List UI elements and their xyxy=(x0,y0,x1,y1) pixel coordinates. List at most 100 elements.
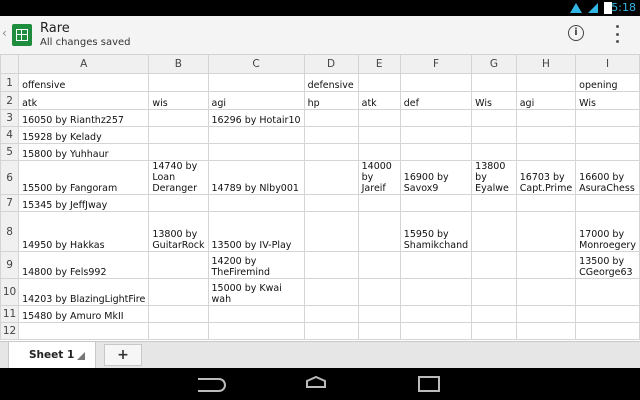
cell[interactable]: 16050 by Rianthz257 xyxy=(18,109,150,127)
sheets-app-icon[interactable] xyxy=(12,24,32,46)
sheet-tab-1[interactable]: Sheet 1 xyxy=(8,342,96,369)
cell[interactable] xyxy=(207,126,305,144)
cell[interactable]: 14200 by TheFiremind xyxy=(207,251,305,279)
cell[interactable]: atk xyxy=(18,91,150,110)
cell[interactable] xyxy=(515,73,577,92)
cell[interactable] xyxy=(515,251,577,279)
cell[interactable]: 15950 by Shamikchand xyxy=(399,211,473,252)
cell[interactable] xyxy=(399,73,473,92)
cell[interactable] xyxy=(471,143,517,161)
column-header-h[interactable]: H xyxy=(515,54,577,74)
row-header[interactable]: 9 xyxy=(0,251,20,279)
cell[interactable] xyxy=(148,126,209,144)
cell[interactable]: 15800 by Yuhhaur xyxy=(18,143,150,161)
cell[interactable] xyxy=(357,143,401,161)
cell[interactable]: 13800 by Eyalwe xyxy=(471,160,517,195)
cell[interactable]: atk xyxy=(357,91,401,110)
cell[interactable] xyxy=(207,305,305,323)
cell[interactable] xyxy=(515,143,577,161)
cell[interactable] xyxy=(471,73,517,92)
cell[interactable]: agi xyxy=(207,91,305,110)
info-icon[interactable]: i xyxy=(568,25,584,41)
cell[interactable] xyxy=(399,126,473,144)
cell[interactable] xyxy=(515,322,577,340)
cell[interactable] xyxy=(471,305,517,323)
row-header[interactable]: 10 xyxy=(0,278,20,306)
row-header[interactable]: 4 xyxy=(0,126,20,144)
row-header[interactable]: 12 xyxy=(0,322,20,340)
cell[interactable] xyxy=(515,278,577,306)
cell[interactable]: 15928 by Kelady xyxy=(18,126,150,144)
cell[interactable] xyxy=(399,143,473,161)
cell[interactable] xyxy=(148,109,209,127)
row-header[interactable]: 5 xyxy=(0,143,20,161)
cell[interactable]: 16703 by Capt.Prime xyxy=(515,160,577,195)
cell[interactable] xyxy=(357,194,401,212)
cell[interactable] xyxy=(575,278,640,306)
cell[interactable]: 14800 by Fels992 xyxy=(18,251,150,279)
cell[interactable]: Wis xyxy=(471,91,517,110)
cell[interactable] xyxy=(357,126,401,144)
cell[interactable]: Wis xyxy=(575,91,640,110)
cell[interactable] xyxy=(148,322,209,340)
cell[interactable] xyxy=(575,126,640,144)
cell[interactable] xyxy=(471,251,517,279)
cell[interactable]: 13500 by IV-Play xyxy=(207,211,305,252)
cell[interactable] xyxy=(303,278,359,306)
column-header-c[interactable]: C xyxy=(207,54,305,74)
cell[interactable] xyxy=(471,278,517,306)
overflow-menu-icon[interactable] xyxy=(614,25,620,43)
column-header-g[interactable]: G xyxy=(471,54,517,74)
add-sheet-button[interactable]: + xyxy=(104,344,142,366)
cell[interactable]: 14000 by Jareif xyxy=(357,160,401,195)
cell[interactable] xyxy=(303,160,359,195)
cell[interactable] xyxy=(399,278,473,306)
cell[interactable]: 14950 by Hakkas xyxy=(18,211,150,252)
cell[interactable] xyxy=(357,305,401,323)
cell[interactable]: defensive xyxy=(303,73,359,92)
cell[interactable] xyxy=(207,322,305,340)
column-header-i[interactable]: I xyxy=(575,54,640,74)
tab-menu-arrow-icon[interactable] xyxy=(77,352,85,360)
column-header-b[interactable]: B xyxy=(148,54,209,74)
cell[interactable] xyxy=(357,251,401,279)
column-header-a[interactable]: A xyxy=(18,54,150,74)
cell[interactable] xyxy=(515,211,577,252)
cell[interactable]: 14789 by Nlby001 xyxy=(207,160,305,195)
cell[interactable]: 13800 by GuitarRock xyxy=(148,211,209,252)
cell[interactable] xyxy=(399,194,473,212)
cell[interactable] xyxy=(399,322,473,340)
cell[interactable] xyxy=(303,126,359,144)
cell[interactable]: 16600 by AsuraChess xyxy=(575,160,640,195)
cell[interactable] xyxy=(303,143,359,161)
cell[interactable] xyxy=(303,194,359,212)
cell[interactable] xyxy=(207,143,305,161)
cell[interactable]: 14740 by Loan Deranger xyxy=(148,160,209,195)
cell[interactable] xyxy=(515,109,577,127)
cell[interactable] xyxy=(471,126,517,144)
cell[interactable] xyxy=(399,109,473,127)
row-header[interactable]: 8 xyxy=(0,211,20,252)
cell[interactable] xyxy=(575,322,640,340)
cell[interactable] xyxy=(148,194,209,212)
cell[interactable] xyxy=(515,126,577,144)
cell[interactable] xyxy=(207,194,305,212)
back-chevron-icon[interactable]: ‹ xyxy=(2,26,7,40)
row-header[interactable]: 7 xyxy=(0,194,20,212)
cell[interactable] xyxy=(303,251,359,279)
cell[interactable] xyxy=(575,305,640,323)
home-icon[interactable] xyxy=(306,376,326,388)
cell[interactable] xyxy=(357,211,401,252)
column-header-d[interactable]: D xyxy=(303,54,359,74)
cell[interactable]: def xyxy=(399,91,473,110)
cell[interactable] xyxy=(303,322,359,340)
cell[interactable]: 16296 by Hotair10 xyxy=(207,109,305,127)
cell[interactable] xyxy=(357,322,401,340)
column-header-e[interactable]: E xyxy=(357,54,401,74)
cell[interactable]: opening xyxy=(575,73,640,92)
column-header-f[interactable]: F xyxy=(399,54,473,74)
cell[interactable] xyxy=(471,194,517,212)
cell[interactable]: 15345 by JeffJway xyxy=(18,194,150,212)
cell[interactable] xyxy=(399,305,473,323)
cell[interactable]: wis xyxy=(148,91,209,110)
